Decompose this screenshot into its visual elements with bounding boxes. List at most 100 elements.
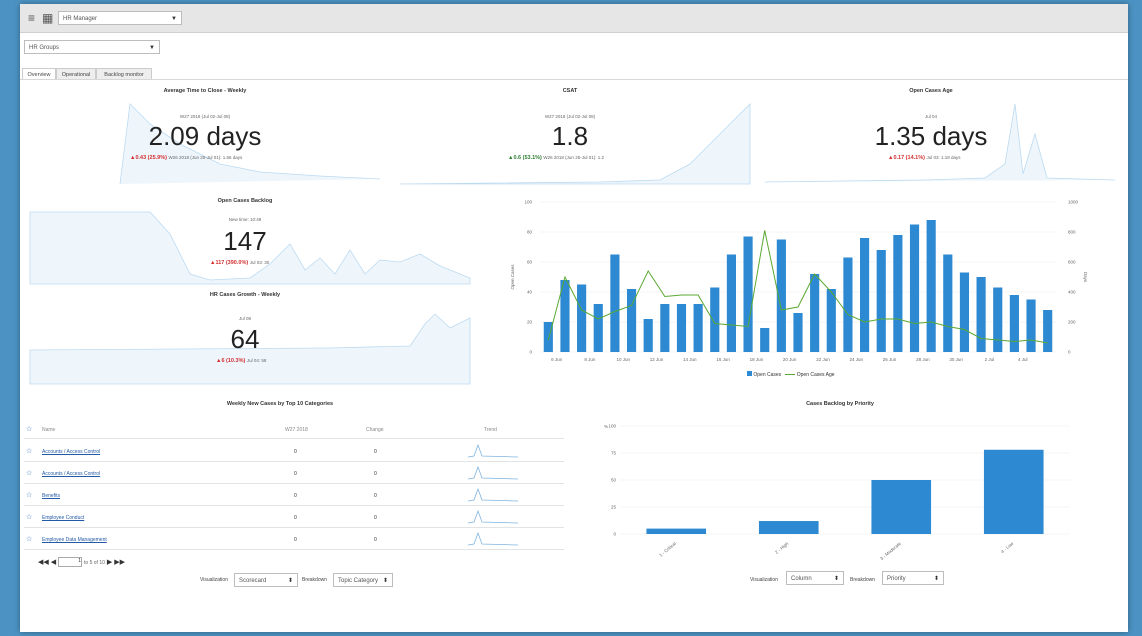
open-cases-bar xyxy=(909,224,920,352)
chevron-down-icon: ▼ xyxy=(171,16,177,22)
next-page-icon[interactable]: ▶ xyxy=(107,559,112,566)
x-tick-label: 30 Jun xyxy=(949,357,963,362)
table-row-value[interactable]: 0 xyxy=(294,471,297,477)
chevron-down-icon: ▼ xyxy=(149,45,155,51)
right-vis-value: Column xyxy=(791,576,812,582)
growth-change: ▲6 (10.3%) Jul 04: 58 xyxy=(216,358,266,364)
open-age-compare: Jul 03: 1.18 days xyxy=(926,155,961,160)
tab-divider xyxy=(20,79,1128,80)
trend-sparkline xyxy=(467,509,519,524)
table-row-value[interactable]: 0 xyxy=(294,493,297,499)
x-tick-label: 18 Jun xyxy=(750,357,764,362)
open-cases-bar xyxy=(676,304,687,352)
x-tick-label: 3 - Moderate xyxy=(879,541,902,562)
y-tick-label: 100 xyxy=(608,424,616,429)
backlog-compare: Jul 03: 30 xyxy=(249,260,270,265)
priority-bar xyxy=(983,449,1044,534)
backlog-title: Open Cases Backlog xyxy=(217,198,273,204)
open-cases-bar xyxy=(843,257,853,352)
table-row-value[interactable]: 0 xyxy=(294,449,297,455)
priority-bar xyxy=(646,528,707,534)
open-cases-bar xyxy=(660,304,670,352)
left-bd-value: Topic Category xyxy=(338,578,379,584)
table-row-value[interactable]: 0 xyxy=(294,537,297,543)
legend-bar-swatch xyxy=(747,371,752,376)
dashboard-select[interactable]: HR Manager ▼ xyxy=(58,11,182,25)
star-icon[interactable]: ☆ xyxy=(26,447,32,455)
backlog-change: ▲117 (390.0%) Jul 03: 30 xyxy=(210,260,269,266)
row-divider xyxy=(24,505,564,506)
star-icon[interactable]: ☆ xyxy=(26,491,32,499)
open-cases-bar xyxy=(876,250,886,352)
open-age-title: Open Cases Age xyxy=(909,88,953,94)
csat-title: CSAT xyxy=(562,88,578,94)
x-tick-label: 28 Jun xyxy=(916,357,930,362)
x-tick-label: 10 Jun xyxy=(616,357,630,362)
open-cases-bar xyxy=(810,274,820,352)
page-input[interactable]: 1 xyxy=(58,557,83,567)
y-tick-label: 100 xyxy=(524,200,532,205)
group-filter-select[interactable]: HR Groups ▼ xyxy=(24,40,160,54)
x-tick-label: 12 Jun xyxy=(650,357,664,362)
star-icon[interactable]: ☆ xyxy=(26,513,32,521)
table-row-name[interactable]: Employee Data Management xyxy=(42,537,107,543)
table-row-name[interactable]: Accounts / Access Control xyxy=(42,449,100,455)
open-age-change: ▲0.17 (14.1%) Jul 03: 1.18 days xyxy=(888,155,961,161)
table-row-name[interactable]: Benefits xyxy=(42,493,60,499)
pager: ◀◀ ◀ 1 to 5 of 10 ▶ ▶▶ xyxy=(38,557,125,567)
open-cases-bar xyxy=(760,328,770,352)
last-page-icon[interactable]: ▶▶ xyxy=(114,559,125,566)
avg-close-compare: W26 2018 (Jun 25-Jul 01): 1.66 days xyxy=(168,155,243,160)
growth-value: 64 xyxy=(230,324,260,354)
open-cases-bar xyxy=(926,220,936,352)
y-tick-label: 60 xyxy=(527,260,533,265)
right-vis-select[interactable]: Column ⬍ xyxy=(786,571,844,585)
table-row-value[interactable]: 0 xyxy=(294,515,297,521)
x-tick-label: 16 Jun xyxy=(716,357,730,362)
table-row-name[interactable]: Accounts / Access Control xyxy=(42,471,100,477)
open-cases-combo-chart: 02040608010002004006008001000Open Cases D… xyxy=(510,200,1088,363)
backlog-value: 147 xyxy=(223,226,267,256)
left-bd-select[interactable]: Topic Category ⬍ xyxy=(333,573,393,587)
prev-page-icon[interactable]: ◀ xyxy=(51,559,56,566)
x-tick-label: 22 Jun xyxy=(816,357,830,362)
x-tick-label: 2 - High xyxy=(774,541,790,555)
group-filter-value: HR Groups xyxy=(29,45,60,51)
x-tick-label: 4 Jul xyxy=(1018,357,1028,362)
y2-tick-label: 0 xyxy=(1068,350,1071,355)
table-row-change: 0 xyxy=(374,493,377,499)
star-icon[interactable]: ☆ xyxy=(26,469,32,477)
star-icon[interactable]: ☆ xyxy=(26,425,32,433)
open-cases-bar xyxy=(943,254,953,352)
star-icon[interactable]: ☆ xyxy=(26,535,32,543)
backlog-delta: ▲117 (390.0%) xyxy=(210,260,249,266)
open-cases-bar xyxy=(860,238,870,352)
x-tick-label: 6 Jun xyxy=(551,357,563,362)
left-vis-select[interactable]: Scorecard ⬍ xyxy=(234,573,298,587)
table-row-change: 0 xyxy=(374,537,377,543)
y-tick-label: 80 xyxy=(527,230,533,235)
menu-icon[interactable]: ≡ xyxy=(28,11,35,25)
first-page-icon[interactable]: ◀◀ xyxy=(38,559,49,566)
right-bd-select[interactable]: Priority ⬍ xyxy=(882,571,944,585)
y-tick-label: 0 xyxy=(613,532,616,537)
priority-bar xyxy=(871,480,932,534)
open-cases-bar xyxy=(593,304,603,352)
col-week[interactable]: W27 2018 xyxy=(285,427,308,433)
open-cases-bar xyxy=(577,284,587,352)
legend-open-age: Open Cases Age xyxy=(796,372,835,378)
open-cases-bar xyxy=(710,287,720,352)
csat-value: 1.8 xyxy=(551,121,589,151)
x-tick-label: 24 Jun xyxy=(850,357,864,362)
open-age-delta: ▲0.17 (14.1%) xyxy=(888,155,925,161)
left-vis-value: Scorecard xyxy=(239,578,267,584)
csat-period: W27 2018 (Jul 02-Jul 08) xyxy=(544,114,596,119)
csat-delta: ▲0.6 (53.1%) xyxy=(508,155,542,161)
col-name[interactable]: Name xyxy=(42,427,55,433)
open-cases-bar xyxy=(893,235,903,352)
grid-icon[interactable]: ▦ xyxy=(42,11,53,25)
x-tick-label: 20 Jun xyxy=(783,357,797,362)
table-row-name[interactable]: Employee Conduct xyxy=(42,515,84,521)
col-trend: Trend xyxy=(484,427,497,433)
col-change[interactable]: Change xyxy=(366,427,384,433)
